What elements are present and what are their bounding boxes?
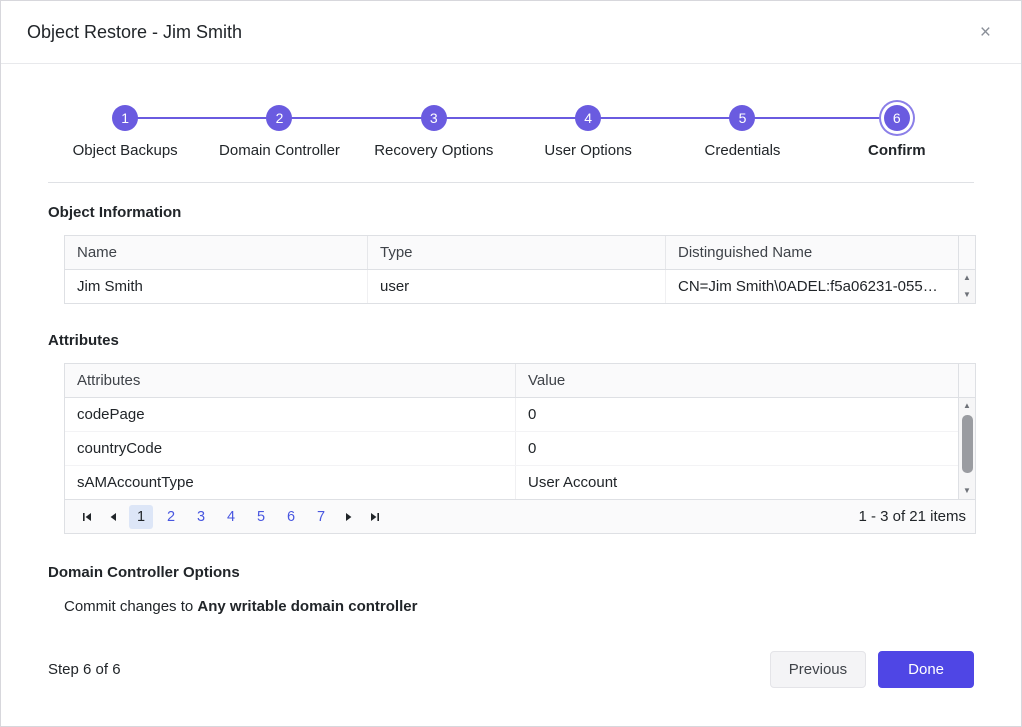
pager-first-button[interactable]: [74, 505, 100, 529]
column-header-attributes: Attributes: [65, 364, 515, 397]
pager-next-button[interactable]: [336, 505, 362, 529]
step-2-indicator: 2: [266, 105, 292, 131]
attributes-table: Attributes Value codePage 0 countryCode …: [64, 363, 976, 534]
pager-prev-button[interactable]: [100, 505, 126, 529]
stepper-divider: [48, 182, 974, 183]
cell-value: User Account: [515, 466, 958, 499]
pager-info: 1 - 3 of 21 items: [858, 508, 966, 525]
dialog-footer: Step 6 of 6 Previous Done: [48, 651, 974, 688]
arrow-left-icon: [107, 511, 119, 523]
column-header-value: Value: [515, 364, 958, 397]
step-1-indicator: 1: [112, 105, 138, 131]
step-4-label: User Options: [544, 142, 632, 159]
seek-first-icon: [81, 511, 93, 523]
step-2-label: Domain Controller: [219, 142, 340, 159]
pager: 1 2 3 4 5 6 7 1 - 3 of 21 items: [65, 499, 975, 533]
cell-attribute: countryCode: [65, 432, 515, 465]
dc-options-heading: Domain Controller Options: [48, 564, 974, 581]
step-credentials[interactable]: 5 Credentials: [665, 105, 819, 159]
scroll-up-icon[interactable]: ▲: [959, 270, 975, 286]
table-row: Jim Smith user CN=Jim Smith\0ADEL:f5a062…: [65, 270, 958, 303]
scroll-down-icon[interactable]: ▼: [959, 287, 975, 303]
dialog-titlebar: Object Restore - Jim Smith ×: [1, 1, 1021, 64]
step-5-indicator: 5: [729, 105, 755, 131]
dialog-title: Object Restore - Jim Smith: [27, 22, 242, 43]
step-user-options[interactable]: 4 User Options: [511, 105, 665, 159]
step-3-indicator: 3: [421, 105, 447, 131]
scroll-up-icon[interactable]: ▲: [959, 398, 975, 414]
object-info-table: Name Type Distinguished Name Jim Smith u…: [64, 235, 976, 304]
close-icon: ×: [980, 22, 991, 43]
column-header-name: Name: [65, 236, 367, 269]
step-6-label: Confirm: [868, 142, 926, 159]
column-header-type: Type: [367, 236, 665, 269]
pager-page-3[interactable]: 3: [189, 505, 213, 529]
dialog-body: 1 Object Backups 2 Domain Controller 3 R…: [1, 64, 1021, 688]
arrow-right-icon: [343, 511, 355, 523]
wizard-stepper: 1 Object Backups 2 Domain Controller 3 R…: [48, 105, 974, 183]
scrollbar-thumb[interactable]: [962, 415, 973, 473]
step-1-label: Object Backups: [73, 142, 178, 159]
cell-attribute: sAMAccountType: [65, 466, 515, 499]
pager-page-6[interactable]: 6: [279, 505, 303, 529]
cell-value: 0: [515, 398, 958, 431]
pager-last-button[interactable]: [362, 505, 388, 529]
seek-last-icon: [369, 511, 381, 523]
step-domain-controller[interactable]: 2 Domain Controller: [202, 105, 356, 159]
object-info-vertical-scrollbar[interactable]: ▲ ▼: [958, 236, 975, 303]
scrollbar-header-spacer: [959, 364, 975, 398]
step-recovery-options[interactable]: 3 Recovery Options: [357, 105, 511, 159]
dc-options-text-bold: Any writable domain controller: [197, 598, 417, 615]
attributes-vertical-scrollbar[interactable]: ▲ ▼: [958, 364, 975, 499]
pager-page-1[interactable]: 1: [129, 505, 153, 529]
cell-name: Jim Smith: [65, 270, 367, 303]
cell-distinguished-name: CN=Jim Smith\0ADEL:f5a06231-0554-4...: [665, 270, 958, 303]
step-5-label: Credentials: [705, 142, 781, 159]
object-restore-dialog: Object Restore - Jim Smith × 1 Object Ba…: [0, 0, 1022, 727]
cell-value: 0: [515, 432, 958, 465]
column-header-distinguished-name: Distinguished Name: [665, 236, 958, 269]
step-confirm[interactable]: 6 Confirm: [820, 105, 974, 159]
attributes-heading: Attributes: [48, 332, 974, 349]
table-row: codePage 0: [65, 398, 958, 431]
object-info-header-row: Name Type Distinguished Name: [65, 236, 958, 270]
scrollbar-track[interactable]: ▲ ▼: [959, 270, 975, 303]
object-information-heading: Object Information: [48, 204, 974, 221]
scrollbar-track[interactable]: ▲ ▼: [959, 398, 975, 499]
scrollbar-header-spacer: [959, 236, 975, 270]
dc-options-text: Commit changes to Any writable domain co…: [64, 598, 974, 615]
step-4-indicator: 4: [575, 105, 601, 131]
table-row: sAMAccountType User Account: [65, 465, 958, 499]
scroll-down-icon[interactable]: ▼: [959, 483, 975, 499]
step-3-label: Recovery Options: [374, 142, 493, 159]
step-6-indicator: 6: [884, 105, 910, 131]
cell-type: user: [367, 270, 665, 303]
pager-page-5[interactable]: 5: [249, 505, 273, 529]
pager-page-7[interactable]: 7: [309, 505, 333, 529]
table-row: countryCode 0: [65, 431, 958, 465]
step-object-backups[interactable]: 1 Object Backups: [48, 105, 202, 159]
done-button[interactable]: Done: [878, 651, 974, 688]
close-button[interactable]: ×: [976, 19, 995, 46]
pager-page-4[interactable]: 4: [219, 505, 243, 529]
pager-page-2[interactable]: 2: [159, 505, 183, 529]
step-count-label: Step 6 of 6: [48, 661, 121, 678]
cell-attribute: codePage: [65, 398, 515, 431]
dc-options-text-prefix: Commit changes to: [64, 598, 197, 615]
attributes-header-row: Attributes Value: [65, 364, 958, 398]
previous-button[interactable]: Previous: [770, 651, 866, 688]
